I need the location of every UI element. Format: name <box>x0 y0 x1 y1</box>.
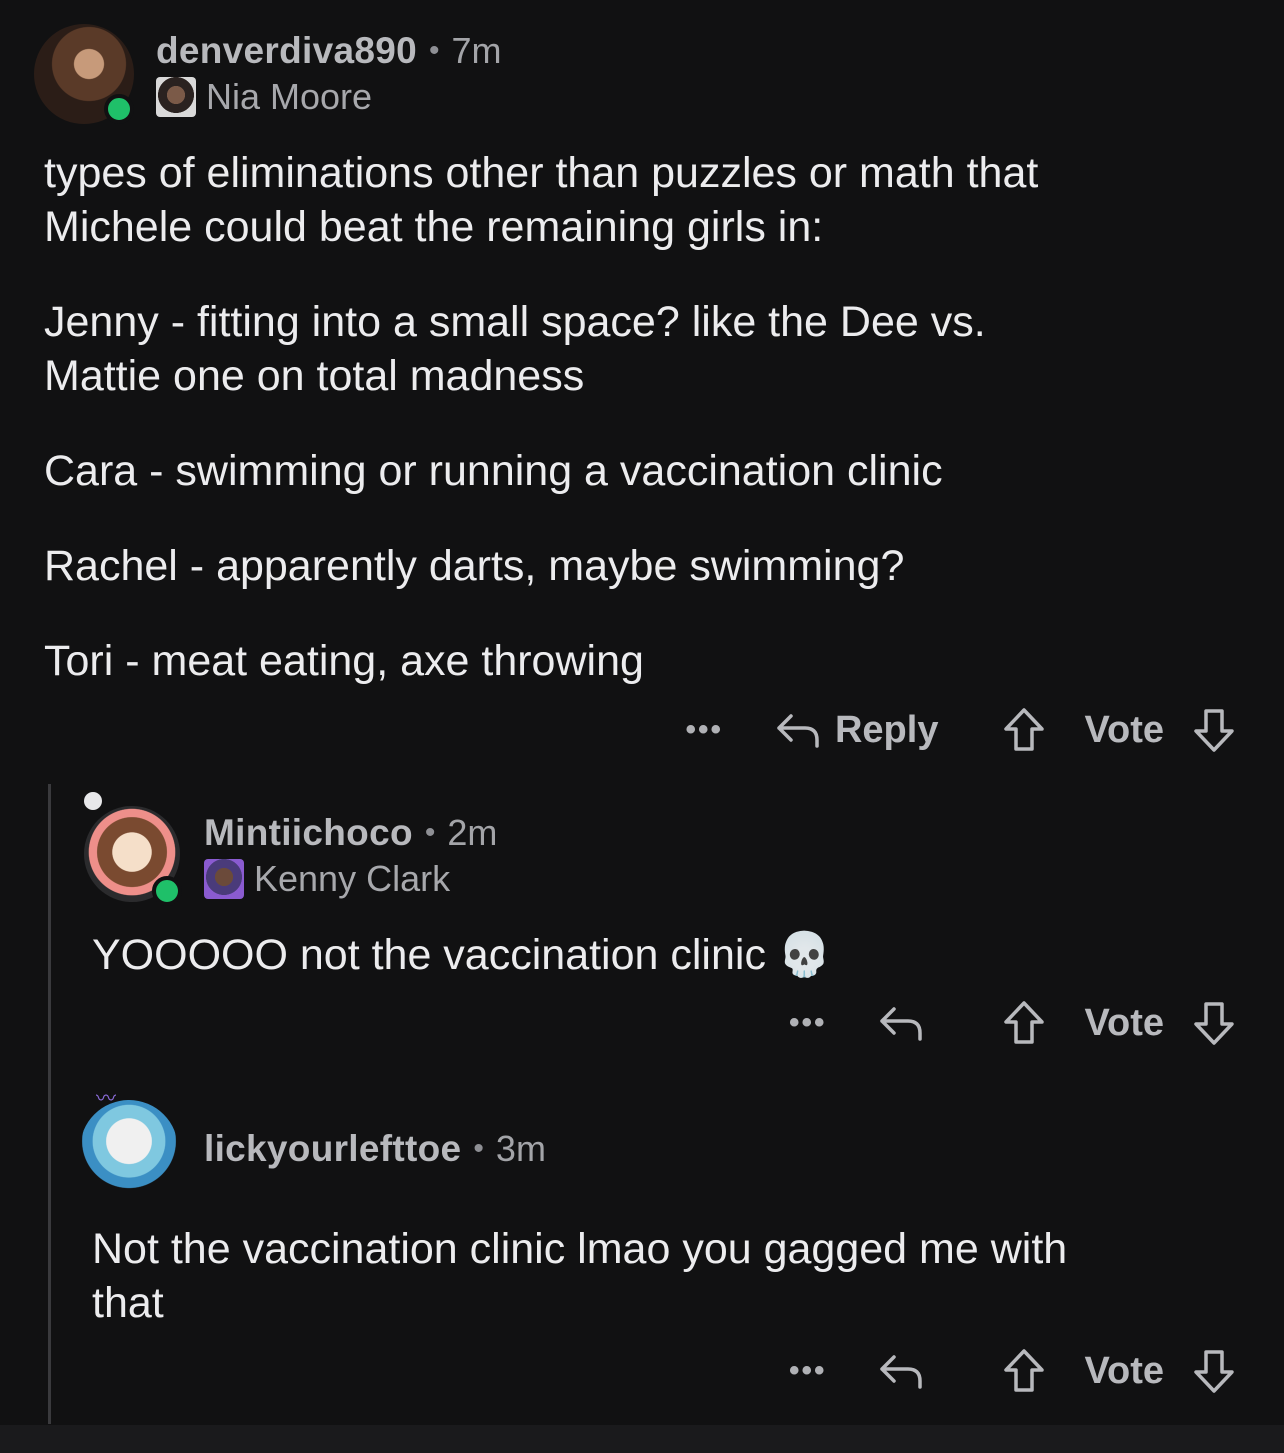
upvote-icon[interactable] <box>1002 707 1046 753</box>
comment-actions: ••• Reply Vote <box>685 705 1236 755</box>
upvote-icon[interactable] <box>1002 1348 1046 1394</box>
avatar[interactable]: 〰 <box>80 1088 178 1198</box>
sparkle-icon: 〰 <box>96 1088 116 1110</box>
vote-label: Vote <box>1084 708 1164 751</box>
separator-dot: • <box>473 1132 484 1165</box>
reply-icon <box>777 714 819 748</box>
avatar[interactable] <box>34 24 134 124</box>
flair-text: Nia Moore <box>206 76 373 117</box>
user-flair: Nia Moore <box>156 76 372 118</box>
comment-meta: Mintiichoco • 2m <box>204 812 497 854</box>
reply-icon <box>880 1355 923 1389</box>
comment-meta: lickyourlefttoe • 3m <box>204 1128 546 1170</box>
more-options-button[interactable]: ••• <box>789 1354 827 1388</box>
user-flair: Kenny Clark <box>204 858 450 900</box>
username[interactable]: denverdiva890 <box>156 30 417 72</box>
vote-control: Vote <box>1002 707 1236 753</box>
vote-label: Vote <box>1084 1349 1164 1392</box>
flair-text: Kenny Clark <box>254 858 451 899</box>
reply-button[interactable] <box>878 1003 938 1043</box>
bottom-bar <box>0 1425 1284 1453</box>
reply-icon <box>880 1007 923 1041</box>
more-options-button[interactable]: ••• <box>685 713 723 747</box>
separator-dot: • <box>424 816 436 849</box>
more-options-button[interactable]: ••• <box>789 1006 827 1040</box>
reply-button[interactable]: Reply <box>775 709 938 752</box>
online-status-indicator <box>152 876 182 906</box>
comment-paragraph: types of eliminations other than puzzles… <box>44 149 1039 251</box>
comment-actions: ••• Vote <box>789 998 1236 1048</box>
comment-paragraph: Tori - meat eating, axe throwing <box>44 637 644 685</box>
comment-text: Not the vaccination clinic lmao you gagg… <box>92 1225 1068 1327</box>
timestamp: 3m <box>495 1128 546 1169</box>
flair-image <box>156 77 196 117</box>
upvote-icon[interactable] <box>1002 1000 1046 1046</box>
downvote-icon[interactable] <box>1192 1000 1236 1046</box>
downvote-icon[interactable] <box>1192 1348 1236 1394</box>
online-status-indicator <box>104 94 134 124</box>
vote-control: Vote <box>1002 1000 1236 1046</box>
username[interactable]: Mintiichoco <box>204 812 413 854</box>
avatar[interactable] <box>84 792 182 906</box>
username[interactable]: lickyourlefttoe <box>204 1128 461 1170</box>
downvote-icon[interactable] <box>1192 707 1236 753</box>
timestamp: 7m <box>451 30 502 71</box>
comment-paragraph: Jenny - fitting into a small space? like… <box>44 298 986 400</box>
comment-paragraph: Rachel - apparently darts, maybe swimmin… <box>44 542 905 590</box>
thread-line[interactable] <box>48 784 51 1424</box>
antenna-icon <box>84 792 102 810</box>
separator-dot: • <box>429 34 440 67</box>
comment-text: YOOOOO not the vaccination clinic 💀 <box>92 931 832 979</box>
timestamp: 2m <box>447 812 498 853</box>
vote-control: Vote <box>1002 1348 1236 1394</box>
comment-paragraph: Cara - swimming or running a vaccination… <box>44 447 943 495</box>
reply-button[interactable] <box>878 1351 938 1391</box>
flair-image <box>204 859 244 899</box>
comment-actions: ••• Vote <box>789 1346 1236 1396</box>
vote-label: Vote <box>1084 1001 1164 1044</box>
reply-label: Reply <box>834 708 939 751</box>
comment-meta: denverdiva890 • 7m <box>156 30 502 72</box>
